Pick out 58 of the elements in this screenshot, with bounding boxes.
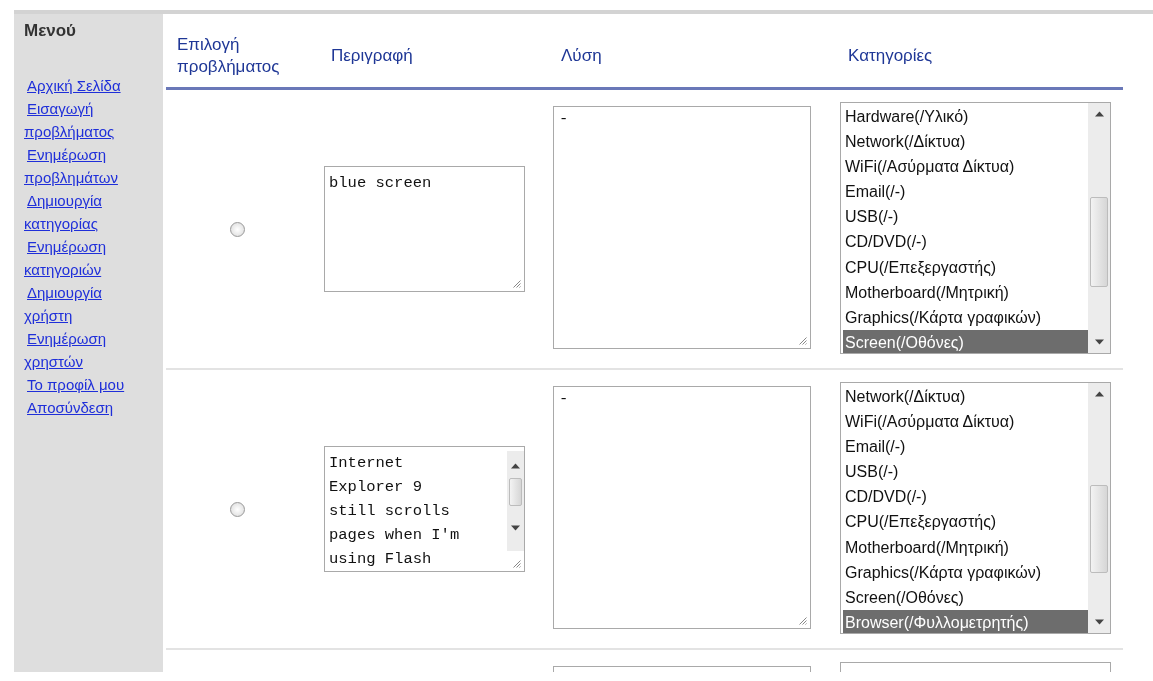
resize-grip-icon[interactable] [512,559,522,569]
list-option[interactable]: Email(/-) [843,179,1088,205]
category-listbox[interactable]: Network(/Δίκτυα) WiFi(/Ασύρματα Δίκτυα) Email(/-) USB(/-) CD/DVD(/-) CPU(/Επεξεργαστής) Motherboard(/Μητρική) Graphics(/Κάρτα γραφικών) Screen(/Οθόνες) Browser(/Φυλλομετρητής) [840,382,1111,634]
list-option[interactable]: Graphics(/Κάρτα γραφικών) [843,559,1088,585]
scroll-thumb[interactable] [1090,485,1108,573]
list-option[interactable]: USB(/-) [843,204,1088,230]
scroll-up-icon[interactable] [1094,391,1104,397]
list-option[interactable]: USB(/-) [843,459,1088,485]
list-option[interactable]: Motherboard(/Μητρική) [843,534,1088,560]
nav-link[interactable]: Ενημέρωση κατηγοριών [24,234,146,281]
list-option[interactable]: Screen(/Οθόνες) [843,329,1088,353]
nav-link[interactable]: Ενημέρωση προβλημάτων [24,142,146,189]
scroll-down-icon[interactable] [1094,339,1104,345]
category-listbox[interactable]: Hardware(/Υλικό) Network(/Δίκτυα) WiFi(/Ασύρματα Δίκτυα) Email(/-) USB(/-) CD/DVD(/-) CPU(/Επεξεργαστής) Motherboard(/Μητρική) Graphics(/Κάρτα γραφικών) Screen(/Οθόνες) [840,102,1111,354]
scroll-down-icon[interactable] [511,525,520,531]
scroll-up-icon[interactable] [1094,111,1104,117]
list-option[interactable]: Network(/Δίκτυα) [843,129,1088,155]
nav-link[interactable]: Αρχική Σελίδα [24,73,146,97]
scrollbar[interactable] [507,451,524,551]
list-option[interactable]: Graphics(/Κάρτα γραφικών) [843,304,1088,330]
nav-link[interactable]: Αποσύνδεση [24,395,146,419]
column-header: Λύση [560,45,603,67]
scroll-thumb[interactable] [1090,197,1108,287]
scrollbar[interactable] [1088,383,1110,633]
menu-title: Μενού [24,20,77,42]
list-option[interactable]: CPU(/Επεξεργαστής) [843,254,1088,280]
resize-grip-icon[interactable] [512,279,522,289]
list-option[interactable]: Email(/-) [843,434,1088,460]
solution-field[interactable]: - [553,106,811,349]
list-option[interactable]: CD/DVD(/-) [843,229,1088,255]
nav-link[interactable]: Δημιουργία κατηγορίας [24,188,146,235]
list-option[interactable]: CPU(/Επεξεργαστής) [843,509,1088,535]
list-option[interactable]: WiFi(/Ασύρματα Δίκτυα) [843,409,1088,435]
list-option[interactable]: WiFi(/Ασύρματα Δίκτυα) [843,154,1088,180]
list-option[interactable]: Screen(/Οθόνες) [843,584,1088,610]
scroll-down-icon[interactable] [1094,619,1104,625]
nav-link[interactable]: Ενημέρωση χρηστών [24,326,146,373]
column-header: Κατηγορίες [847,45,934,67]
scroll-up-icon[interactable] [511,463,520,469]
description-field[interactable]: blue screen [324,166,525,292]
list-option[interactable]: CD/DVD(/-) [843,484,1088,510]
list-option[interactable]: Hardware(/Υλικό) [843,104,1088,130]
resize-grip-icon[interactable] [798,616,808,626]
radio-button[interactable] [230,221,245,237]
column-header: Περιγραφή [330,45,414,67]
scrollbar[interactable] [1088,103,1110,353]
column-header: Επιλογή προβλήματος [176,34,281,78]
list-option[interactable]: Motherboard(/Μητρική) [843,279,1088,305]
solution-field[interactable]: - [553,386,811,629]
radio-button[interactable] [230,501,245,517]
nav-link[interactable]: Δημιουργία χρήστη [24,280,146,327]
list-option[interactable]: Browser(/Φυλλομετρητής) [843,609,1088,633]
resize-grip-icon[interactable] [798,336,808,346]
list-option[interactable]: Network(/Δίκτυα) [843,384,1088,410]
nav-link[interactable]: Εισαγωγή προβλήματος [24,96,146,143]
description-field[interactable]: Internet Explorer 9 still scrolls pages when I'm using Flash [324,446,525,572]
scroll-thumb[interactable] [509,478,522,506]
nav-link[interactable]: Το προφίλ μου [24,372,146,396]
